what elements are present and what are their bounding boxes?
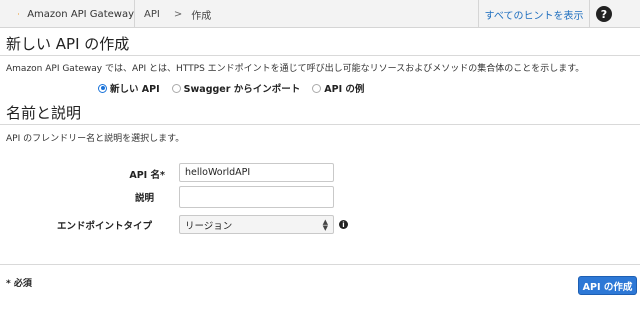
create-api-button[interactable]: API の作成 <box>578 276 637 295</box>
radio-unselected-icon[interactable] <box>312 83 322 93</box>
help-icon[interactable]: ? <box>596 6 612 22</box>
radio-selected-icon[interactable] <box>98 83 107 93</box>
section-title-name-description: 名前と説明 <box>6 104 82 122</box>
breadcrumb-separator: > <box>173 8 183 20</box>
api-source-radio-group: 新しい API Swagger からインポート API の例 <box>98 81 376 95</box>
breadcrumb: API > 作成 <box>144 0 211 28</box>
app-title: Amazon API Gateway <box>27 8 134 20</box>
divider <box>0 55 640 56</box>
required-note: * 必須 <box>6 279 32 289</box>
select-arrows-icon: ▲ ▼ <box>322 217 328 232</box>
endpoint-type-value: リージョン <box>185 220 233 232</box>
radio-example-api[interactable]: API の例 <box>312 81 364 95</box>
breadcrumb-api-link[interactable]: API <box>144 9 160 20</box>
api-name-input[interactable] <box>179 163 334 182</box>
description-label: 説明 <box>134 193 154 204</box>
api-gateway-logo-icon <box>18 13 20 15</box>
info-icon[interactable]: i <box>339 220 348 229</box>
radio-import-swagger[interactable]: Swagger からインポート <box>171 81 301 95</box>
radio-new-api[interactable]: 新しい API <box>98 81 160 95</box>
radio-unselected-icon[interactable] <box>171 83 181 93</box>
radio-example-api-label: API の例 <box>324 84 365 95</box>
breadcrumb-current: 作成 <box>191 10 212 22</box>
description-input[interactable] <box>179 186 334 208</box>
divider <box>0 264 640 265</box>
api-name-label: API 名* <box>129 170 165 181</box>
intro-text: Amazon API Gateway では、API とは、HTTPS エンドポイ… <box>6 64 585 74</box>
endpoint-type-label: エンドポイントタイプ <box>56 221 152 232</box>
radio-import-swagger-label: Swagger からインポート <box>183 84 301 95</box>
brand[interactable]: Amazon API Gateway <box>0 0 135 28</box>
endpoint-type-select[interactable]: リージョン ▲ ▼ <box>179 215 334 234</box>
section-description: API のフレンドリー名と説明を選択します。 <box>6 134 185 144</box>
page-title: 新しい API の作成 <box>6 35 130 53</box>
radio-new-api-label: 新しい API <box>110 84 160 95</box>
divider <box>0 124 640 125</box>
show-all-hints-link[interactable]: すべてのヒントを表示 <box>478 0 590 28</box>
top-bar: Amazon API Gateway API > 作成 すべてのヒントを表示 ? <box>0 0 640 28</box>
